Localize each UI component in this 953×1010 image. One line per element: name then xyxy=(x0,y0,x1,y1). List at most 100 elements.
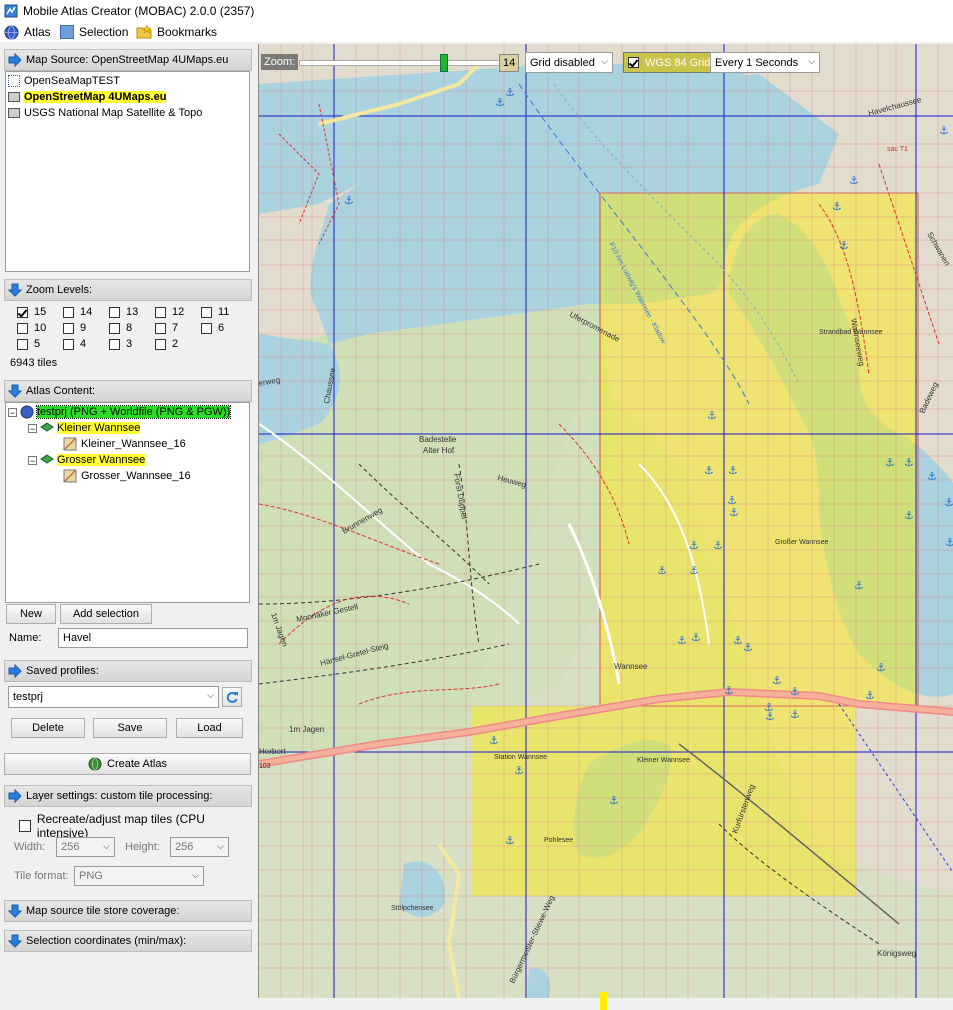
zoom-slider-thumb[interactable] xyxy=(440,54,448,72)
atlas-tree[interactable]: − testprj (PNG + Worldfile (PNG & PGW)) … xyxy=(5,402,250,603)
zoom-level-checkbox[interactable]: 14 xyxy=(63,306,92,318)
height-select[interactable]: 256 ⌵ xyxy=(170,837,229,857)
zoom-level-checkbox[interactable]: 2 xyxy=(155,338,178,350)
svg-text:⚓: ⚓ xyxy=(505,86,515,99)
recreate-tiles-checkbox[interactable]: Recreate/adjust map tiles (CPU intensive… xyxy=(19,812,256,840)
arrow-right-icon xyxy=(8,789,22,803)
zoom-level-checkbox[interactable]: 7 xyxy=(155,322,178,334)
svg-text:⚓: ⚓ xyxy=(729,506,739,519)
zoom-level-checkbox[interactable]: 15 xyxy=(17,306,46,318)
atlas-map-label: Grosser_Wannsee_16 xyxy=(81,470,191,482)
atlas-name-field[interactable]: Havel xyxy=(58,628,248,648)
map-source-item-selected[interactable]: OpenStreetMap 4UMaps.eu xyxy=(8,89,167,105)
menu-selection-label: Selection xyxy=(79,25,129,39)
zoom-level-checkbox[interactable]: 5 xyxy=(17,338,40,350)
zoom-level-checkbox[interactable]: 4 xyxy=(63,338,86,350)
menu-atlas[interactable]: Atlas xyxy=(4,24,51,40)
atlas-root-label: testprj (PNG + Worldfile (PNG & PGW)) xyxy=(35,405,232,419)
layers-icon xyxy=(8,75,20,87)
globe-icon xyxy=(20,405,34,419)
layer-settings-title: Layer settings: custom tile processing: xyxy=(26,790,213,802)
refresh-profiles-button[interactable] xyxy=(222,687,242,707)
map-label: Badestelle xyxy=(419,435,457,444)
atlas-map-node[interactable]: Kleiner_Wannsee_16 xyxy=(63,436,186,452)
saved-profiles-header[interactable]: Saved profiles: xyxy=(4,660,252,682)
map-source-item[interactable]: OpenSeaMapTEST xyxy=(8,73,120,89)
menu-selection[interactable]: Selection xyxy=(60,24,128,40)
map-source-label: OpenStreetMap 4UMaps.eu xyxy=(24,91,167,103)
load-profile-button[interactable]: Load xyxy=(176,718,243,738)
atlas-map-label: Kleiner_Wannsee_16 xyxy=(81,438,186,450)
map-canvas[interactable]: Chaussee Uferpromenade Badestelle Alter … xyxy=(259,44,953,998)
arrow-down-icon xyxy=(8,934,22,948)
tile-format-select[interactable]: PNG ⌵ xyxy=(74,866,204,886)
menu-bookmarks[interactable]: Bookmarks xyxy=(136,24,217,40)
map-label: Strandbad Wannsee xyxy=(819,329,883,336)
new-button[interactable]: New xyxy=(6,604,56,624)
zoom-slider[interactable] xyxy=(299,54,506,72)
map-label: Pohlesee xyxy=(544,837,573,844)
profile-select[interactable]: testprj ⌵ xyxy=(8,686,219,708)
svg-text:⚓: ⚓ xyxy=(885,456,895,469)
wgs84-grid-label: WGS 84 Grid xyxy=(645,56,711,69)
chevron-down-icon: ⌵ xyxy=(192,870,199,880)
svg-text:⚓: ⚓ xyxy=(854,579,864,592)
zoom-level-checkbox[interactable]: 6 xyxy=(201,322,224,334)
map-view[interactable]: Chaussee Uferpromenade Badestelle Alter … xyxy=(258,44,953,998)
coverage-header[interactable]: Map source tile store coverage: xyxy=(4,900,252,922)
collapse-icon: − xyxy=(8,407,17,418)
svg-text:⚓: ⚓ xyxy=(743,641,753,654)
zoom-levels-header[interactable]: Zoom Levels: xyxy=(4,279,252,301)
zoom-level-checkbox[interactable]: 11 xyxy=(201,306,229,318)
zoom-level-checkbox[interactable]: 8 xyxy=(109,322,132,334)
scroll-marker xyxy=(600,992,607,1010)
svg-text:⚓: ⚓ xyxy=(772,674,782,687)
zoom-level-checkbox[interactable]: 12 xyxy=(155,306,184,318)
wgs84-grid-toggle[interactable]: WGS 84 Grid xyxy=(623,52,716,73)
map-label: Stölpchensee xyxy=(391,905,434,912)
zoom-level-checkbox[interactable]: 3 xyxy=(109,338,132,350)
zoom-level-checkbox[interactable]: 10 xyxy=(17,322,46,334)
map-source-header[interactable]: Map Source: OpenStreetMap 4UMaps.eu xyxy=(4,49,252,71)
coverage-title: Map source tile store coverage: xyxy=(26,905,180,917)
selection-coordinates-header[interactable]: Selection coordinates (min/max): xyxy=(4,930,252,952)
map-source-item[interactable]: USGS National Map Satellite & Topo xyxy=(8,105,202,121)
atlas-layer-node[interactable]: − Kleiner Wannsee xyxy=(28,420,141,436)
atlas-layer-node[interactable]: − Grosser Wannsee xyxy=(28,452,146,468)
svg-text:⚓: ⚓ xyxy=(489,734,499,747)
zoom-level-checkbox[interactable]: 9 xyxy=(63,322,86,334)
width-select[interactable]: 256 ⌵ xyxy=(56,837,115,857)
atlas-content-header[interactable]: Atlas Content: xyxy=(4,380,252,402)
svg-text:⚓: ⚓ xyxy=(728,464,738,477)
add-selection-button[interactable]: Add selection xyxy=(60,604,152,624)
svg-text:⚓: ⚓ xyxy=(505,834,515,847)
map-label: sac T1 xyxy=(887,146,908,153)
svg-text:⚓: ⚓ xyxy=(839,239,849,252)
create-atlas-button[interactable]: Create Atlas xyxy=(4,753,251,775)
recreate-tiles-label: Recreate/adjust map tiles (CPU intensive… xyxy=(36,812,205,840)
selection-area[interactable] xyxy=(600,193,918,706)
svg-text:⚓: ⚓ xyxy=(945,536,953,549)
grid-select[interactable]: Grid disabled ⌵ xyxy=(525,52,613,73)
delete-profile-button[interactable]: Delete xyxy=(11,718,85,738)
svg-text:⚓: ⚓ xyxy=(704,464,714,477)
profile-select-value: testprj xyxy=(13,691,43,703)
map-source-list[interactable]: OpenSeaMapTEST OpenStreetMap 4UMaps.eu U… xyxy=(5,71,250,272)
grid-interval-select[interactable]: Every 1 Seconds ⌵ xyxy=(710,52,820,73)
layer-settings-header[interactable]: Layer settings: custom tile processing: xyxy=(4,785,252,807)
zoom-value: 14 xyxy=(499,54,520,72)
atlas-root-node[interactable]: − testprj (PNG + Worldfile (PNG & PGW)) xyxy=(8,404,232,420)
chevron-down-icon: ⌵ xyxy=(103,841,110,851)
map-label: Großer Wannsee xyxy=(775,539,829,546)
selection-area[interactable] xyxy=(471,706,856,896)
zoom-level-checkbox[interactable]: 13 xyxy=(109,306,138,318)
svg-text:⚓: ⚓ xyxy=(790,708,800,721)
arrow-down-icon xyxy=(8,904,22,918)
svg-text:⚓: ⚓ xyxy=(939,124,949,137)
svg-text:⚓: ⚓ xyxy=(689,539,699,552)
save-profile-button[interactable]: Save xyxy=(93,718,167,738)
arrow-right-icon xyxy=(8,664,22,678)
zoom-label: Zoom: xyxy=(261,54,299,70)
atlas-map-node[interactable]: Grosser_Wannsee_16 xyxy=(63,468,191,484)
server-icon xyxy=(8,92,20,102)
